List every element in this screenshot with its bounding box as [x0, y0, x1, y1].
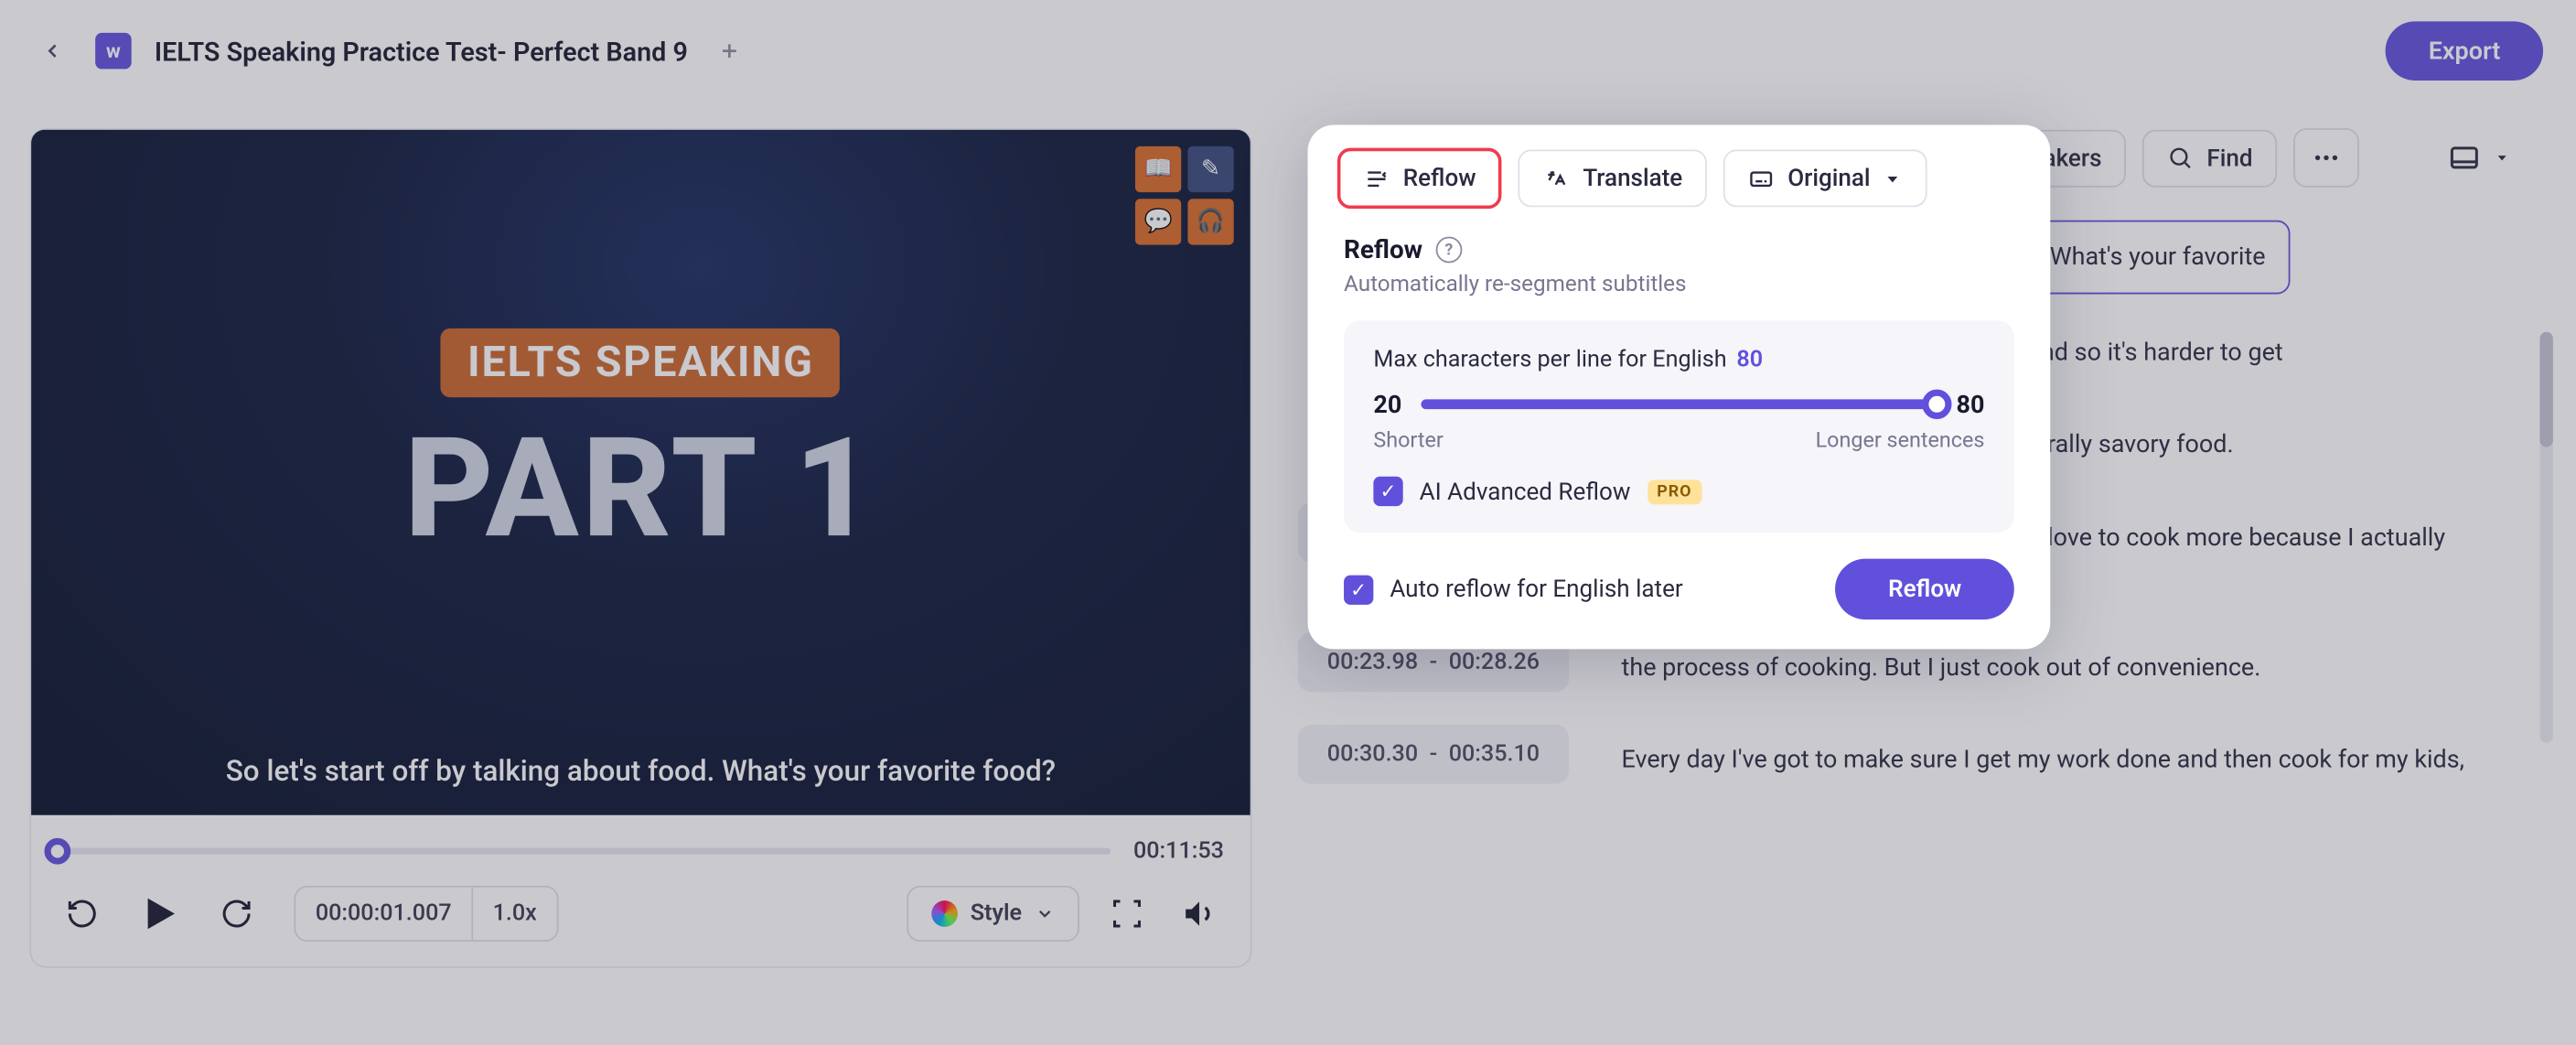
app-header: w IELTS Speaking Practice Test- Perfect …	[0, 0, 2576, 102]
slider-longer-label: Longer sentences	[1816, 429, 1985, 454]
headphones-icon: 🎧	[1187, 199, 1233, 244]
progress-thumb[interactable]	[44, 838, 70, 865]
play-icon	[136, 891, 182, 937]
book-icon: 📖	[1135, 146, 1181, 192]
export-button[interactable]: Export	[2386, 21, 2543, 81]
style-button[interactable]: Style	[907, 886, 1079, 942]
reflow-action-button[interactable]: Reflow	[1836, 559, 2014, 619]
video-duration: 00:11:53	[1133, 838, 1224, 865]
more-icon	[2312, 143, 2341, 172]
chevron-down-icon	[1035, 904, 1055, 924]
slider-min: 20	[1373, 390, 1401, 419]
chevron-down-icon	[2494, 149, 2510, 166]
volume-button[interactable]	[1175, 889, 1224, 939]
video-part-label: PART 1	[404, 406, 877, 569]
reflow-popover: Reflow Translate Original Reflow ? Autom…	[1308, 124, 2051, 649]
max-chars-slider[interactable]	[1422, 399, 1937, 409]
ai-reflow-checkbox[interactable]: ✓	[1373, 477, 1402, 506]
layout-toggle-button[interactable]	[2431, 128, 2527, 188]
slider-max: 80	[1957, 390, 1985, 419]
style-swatch-icon	[931, 901, 958, 928]
app-logo-icon: w	[95, 33, 132, 70]
original-dropdown[interactable]: Original	[1723, 149, 1927, 207]
plus-icon	[717, 39, 740, 62]
translate-tab-label: Translate	[1583, 165, 1682, 193]
popover-heading: Reflow ?	[1344, 235, 2014, 264]
slider-shorter-label: Shorter	[1373, 429, 1443, 454]
video-tag: IELTS SPEAKING	[441, 328, 840, 396]
auto-reflow-checkbox[interactable]: ✓	[1344, 575, 1373, 604]
translate-tab[interactable]: Translate	[1519, 149, 1707, 207]
subtitle-icon	[1748, 165, 1775, 191]
page-title: IELTS Speaking Practice Test- Perfect Ba…	[155, 36, 688, 67]
find-label: Find	[2206, 144, 2252, 172]
help-icon[interactable]: ?	[1436, 237, 1463, 264]
translate-icon	[1543, 165, 1570, 191]
slider-thumb[interactable]	[1922, 390, 1951, 419]
popover-subheading: Automatically re-segment subtitles	[1344, 271, 2014, 297]
max-chars-value: 80	[1736, 347, 1763, 373]
subtitle-text[interactable]: Every day I've got to make sure I get my…	[1598, 725, 2527, 794]
video-preview[interactable]: 📖 ✎ 💬 🎧 IELTS SPEAKING PART 1 So let's s…	[31, 130, 1250, 815]
max-chars-label: Max characters per line for English	[1373, 347, 1726, 373]
video-corner-badges: 📖 ✎ 💬 🎧	[1135, 146, 1234, 245]
pen-icon: ✎	[1187, 146, 1233, 192]
add-button[interactable]	[711, 33, 747, 70]
video-panel: 📖 ✎ 💬 🎧 IELTS SPEAKING PART 1 So let's s…	[0, 102, 1282, 1045]
reflow-tab-label: Reflow	[1403, 165, 1476, 193]
original-label: Original	[1787, 165, 1870, 193]
rewind-button[interactable]	[58, 889, 107, 939]
ai-reflow-label: AI Advanced Reflow	[1420, 478, 1631, 506]
subtitle-row[interactable]: 00:30.30 - 00:35.10 Every day I've got t…	[1298, 725, 2527, 794]
chat-icon: 💬	[1135, 199, 1181, 244]
style-label: Style	[971, 901, 1022, 928]
chevron-left-icon	[41, 39, 64, 62]
back-button[interactable]	[33, 31, 72, 70]
pro-badge: PRO	[1647, 479, 1701, 504]
forward-icon	[220, 898, 253, 931]
fullscreen-icon	[1111, 898, 1143, 931]
rewind-icon	[66, 898, 99, 931]
video-progress-bar[interactable]	[58, 848, 1111, 855]
chevron-down-icon	[1884, 168, 1904, 189]
more-button[interactable]	[2293, 128, 2359, 188]
find-button[interactable]: Find	[2142, 129, 2277, 187]
video-subtitle-overlay: So let's start off by talking about food…	[92, 757, 1189, 790]
layout-icon	[2448, 141, 2481, 174]
playback-speed[interactable]: 1.0x	[471, 888, 556, 940]
current-timecode: 00:00:01.007	[295, 888, 471, 940]
play-button[interactable]	[130, 885, 189, 944]
auto-reflow-label: Auto reflow for English later	[1390, 576, 1682, 604]
reflow-tab[interactable]: Reflow	[1337, 148, 1502, 209]
timecode-box[interactable]: 00:00:01.007 1.0x	[294, 886, 558, 942]
search-icon	[2167, 145, 2194, 171]
fullscreen-button[interactable]	[1102, 889, 1152, 939]
reflow-settings-card: Max characters per line for English 80 2…	[1344, 320, 2014, 533]
subtitle-time[interactable]: 00:30.30 - 00:35.10	[1298, 725, 1569, 784]
reflow-icon	[1364, 165, 1390, 191]
volume-icon	[1181, 896, 1218, 932]
scrollbar-thumb[interactable]	[2539, 332, 2552, 447]
scrollbar[interactable]	[2539, 332, 2552, 743]
forward-button[interactable]	[212, 889, 262, 939]
